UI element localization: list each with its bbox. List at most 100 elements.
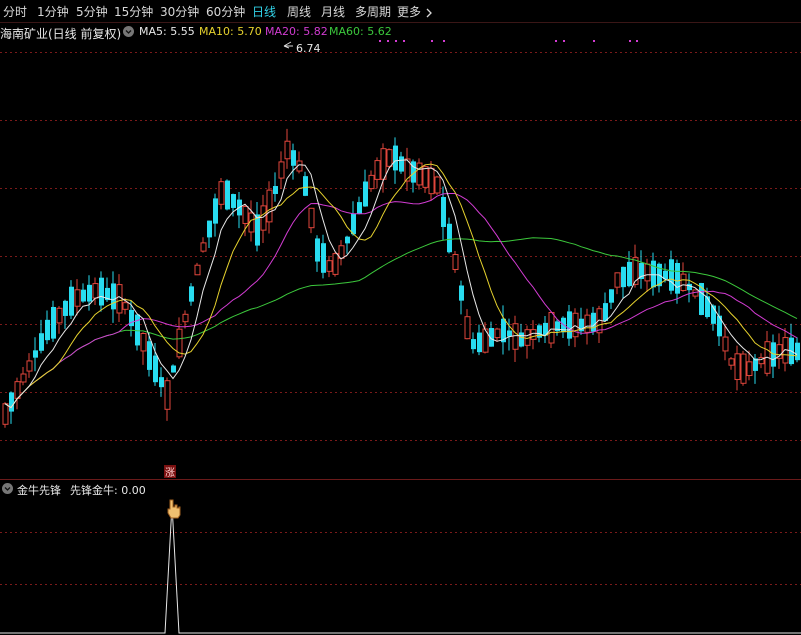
chevron-down-icon[interactable] <box>123 26 134 37</box>
candlestick <box>39 319 44 354</box>
candlestick <box>2 402 9 428</box>
period-tab-60min[interactable]: 60分钟 <box>206 3 245 20</box>
candlestick <box>338 240 345 266</box>
candlestick <box>692 289 699 299</box>
candlestick <box>56 306 63 334</box>
candlestick <box>20 367 27 386</box>
candlestick <box>434 175 441 195</box>
period-tab-15min[interactable]: 15分钟 <box>114 3 153 20</box>
candlestick <box>255 202 260 252</box>
high-price-annotation: 6.74 <box>283 41 321 55</box>
candlestick <box>680 262 687 292</box>
svg-text:涨: 涨 <box>165 467 175 479</box>
candlestick <box>164 377 171 421</box>
candlestick <box>140 332 147 365</box>
period-tab-5min[interactable]: 5分钟 <box>76 3 108 20</box>
signal-dot <box>443 40 445 42</box>
candlestick <box>321 234 326 279</box>
candlestick <box>51 300 56 342</box>
candlestick <box>171 364 176 373</box>
candlestick <box>740 350 747 386</box>
candlestick <box>159 367 164 397</box>
signal-dot <box>395 40 397 42</box>
period-tab-multi[interactable]: 多周期 <box>355 3 391 20</box>
candlestick <box>795 337 800 363</box>
candlestick <box>207 220 212 248</box>
candlestick <box>621 266 626 299</box>
signal-dots <box>379 40 638 42</box>
candlestick <box>572 308 579 348</box>
candlestick <box>764 331 771 377</box>
candlestick <box>368 170 375 192</box>
candlestick <box>225 179 230 211</box>
period-tab-1min[interactable]: 1分钟 <box>37 3 69 20</box>
more-button[interactable]: 更多 <box>397 3 433 20</box>
candlestick <box>63 299 68 329</box>
candlestick <box>675 259 680 304</box>
candlestick <box>296 151 303 174</box>
candlestick <box>501 305 506 355</box>
candlestick <box>248 200 255 242</box>
candlestick <box>74 279 81 316</box>
candlestick <box>477 324 482 356</box>
candlestick <box>537 323 542 343</box>
candlestick <box>603 292 608 322</box>
indicator-name: 金牛先锋 <box>17 484 61 497</box>
ma5-label: MA5: 5.55 <box>139 25 195 38</box>
candlestick <box>452 251 459 273</box>
signal-dot <box>555 40 557 42</box>
candlestick <box>614 272 621 295</box>
candlestick <box>789 323 794 366</box>
candlestick <box>278 151 285 190</box>
candlestick <box>213 193 218 237</box>
candlestick <box>758 353 765 369</box>
ma60-label: MA60: 5.62 <box>329 25 392 38</box>
chevron-down-icon[interactable] <box>2 483 13 494</box>
candlestick <box>524 325 531 359</box>
period-tab-intraday[interactable]: 分时 <box>3 3 27 20</box>
svg-text:6.74: 6.74 <box>296 42 321 55</box>
chevron-right-icon <box>426 8 432 17</box>
candlestick <box>669 250 674 295</box>
candlestick <box>776 333 783 369</box>
period-toolbar: 分时 1分钟 5分钟 15分钟 30分钟 60分钟 日线 周线 月线 多周期 更… <box>0 0 801 23</box>
candlestick <box>218 177 225 210</box>
candlestick <box>399 151 404 174</box>
signal-dot <box>563 40 565 42</box>
candlestick <box>579 307 584 335</box>
signal-dot <box>379 40 381 42</box>
indicator-value: 先锋金牛: 0.00 <box>70 484 146 497</box>
period-tab-30min[interactable]: 30分钟 <box>160 3 199 20</box>
period-tab-weekly[interactable]: 周线 <box>287 3 311 20</box>
candlestick <box>771 334 776 379</box>
candlestick <box>471 332 476 354</box>
signal-dot <box>431 40 433 42</box>
period-tab-daily[interactable]: 日线 <box>252 3 276 20</box>
candlestick <box>543 315 548 344</box>
candlestick <box>447 217 452 254</box>
candlestick <box>111 271 116 323</box>
candlestick <box>92 277 99 305</box>
candlestick <box>687 273 692 303</box>
candlestick <box>260 194 267 243</box>
candlestick <box>404 147 411 191</box>
kline-chart-area[interactable]: 6.74 涨 <box>0 0 801 635</box>
candlestick <box>374 157 381 189</box>
period-tab-monthly[interactable]: 月线 <box>321 3 345 20</box>
sub-indicator-line <box>0 504 801 634</box>
signal-dot <box>636 40 638 42</box>
candlestick <box>284 128 291 169</box>
candlestick <box>26 353 33 378</box>
candlestick <box>489 321 494 347</box>
candlestick <box>303 171 308 197</box>
candlestick <box>567 304 572 346</box>
candlestick <box>464 309 471 340</box>
candlestick <box>189 283 194 306</box>
more-label: 更多 <box>397 5 422 19</box>
signal-dot <box>387 40 389 42</box>
candlestick <box>591 306 596 335</box>
candlestick <box>728 356 735 370</box>
candlestick <box>99 271 104 312</box>
stock-title: 海南矿业(日线 前复权) <box>0 27 122 41</box>
candlestick <box>45 310 50 345</box>
